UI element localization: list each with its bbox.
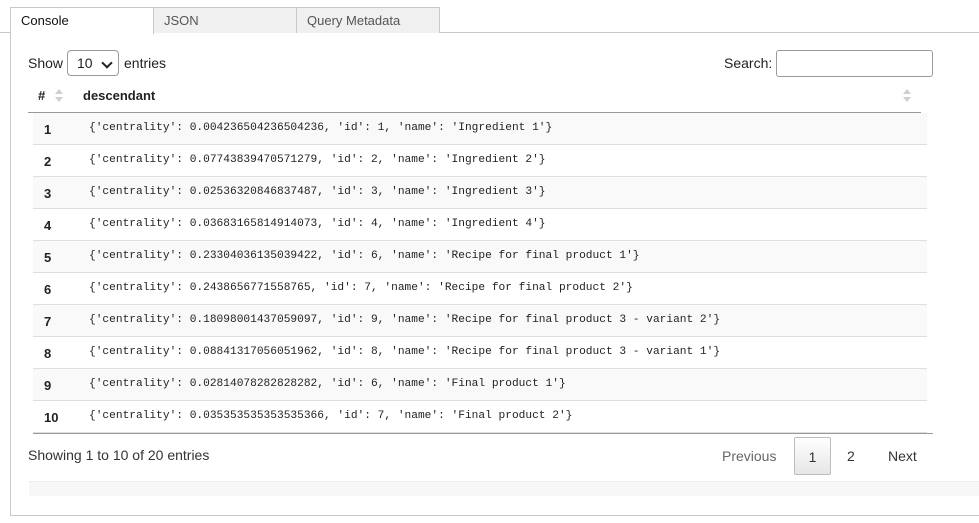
page-size-value: 10 <box>77 55 93 71</box>
table-row: 7 {'centrality': 0.18098001437059097, 'i… <box>33 305 927 337</box>
row-number: 8 <box>44 346 52 361</box>
table-row: 5 {'centrality': 0.23304036135039422, 'i… <box>33 241 927 273</box>
page-size-select[interactable]: 10 <box>67 50 119 76</box>
row-value: {'centrality': 0.23304036135039422, 'id'… <box>89 250 640 262</box>
column-header-number[interactable]: # <box>38 88 45 103</box>
next-page-button[interactable]: Next <box>888 448 917 464</box>
row-number: 6 <box>44 282 52 297</box>
tab-bar: Console JSON Query Metadata <box>0 0 979 34</box>
row-number: 2 <box>44 154 52 169</box>
table-header: # descendant <box>28 78 921 113</box>
sort-icon[interactable] <box>903 89 911 103</box>
row-value: {'centrality': 0.02814078282828282, 'id'… <box>89 378 566 390</box>
table-body: 1 {'centrality': 0.004236504236504236, '… <box>33 113 927 433</box>
table-row: 6 {'centrality': 0.2438656771558765, 'id… <box>33 273 927 305</box>
entries-label: entries <box>124 55 167 71</box>
table-footer-divider <box>33 433 933 434</box>
table-row: 1 {'centrality': 0.004236504236504236, '… <box>33 113 927 145</box>
table-row: 3 {'centrality': 0.02536320846837487, 'i… <box>33 177 927 209</box>
row-number: 4 <box>44 218 52 233</box>
show-label: Show <box>28 55 64 71</box>
page-2-button[interactable]: 2 <box>847 448 855 464</box>
row-number: 10 <box>44 410 59 425</box>
row-number: 3 <box>44 186 52 201</box>
row-number: 7 <box>44 314 52 329</box>
chevron-down-icon <box>101 57 113 69</box>
table-info: Showing 1 to 10 of 20 entries <box>28 447 210 463</box>
tab-console[interactable]: Console <box>10 7 154 34</box>
column-header-descendant[interactable]: descendant <box>83 88 155 103</box>
row-value: {'centrality': 0.035353535353535366, 'id… <box>89 410 573 422</box>
row-number: 1 <box>44 122 52 137</box>
tab-query-metadata[interactable]: Query Metadata <box>296 7 440 33</box>
horizontal-scrollbar[interactable] <box>29 481 979 496</box>
row-value: {'centrality': 0.2438656771558765, 'id':… <box>89 282 633 294</box>
sort-icon[interactable] <box>55 89 63 103</box>
row-number: 9 <box>44 378 52 393</box>
table-row: 10 {'centrality': 0.035353535353535366, … <box>33 401 927 433</box>
table-row: 9 {'centrality': 0.02814078282828282, 'i… <box>33 369 927 401</box>
row-value: {'centrality': 0.08841317056051962, 'id'… <box>89 346 721 358</box>
previous-page-button[interactable]: Previous <box>722 448 776 464</box>
row-value: {'centrality': 0.004236504236504236, 'id… <box>89 122 553 134</box>
row-value: {'centrality': 0.07743839470571279, 'id'… <box>89 154 546 166</box>
search-input[interactable] <box>776 50 933 77</box>
table-row: 2 {'centrality': 0.07743839470571279, 'i… <box>33 145 927 177</box>
tab-json[interactable]: JSON <box>153 7 297 33</box>
row-value: {'centrality': 0.03683165814914073, 'id'… <box>89 218 546 230</box>
row-value: {'centrality': 0.02536320846837487, 'id'… <box>89 186 546 198</box>
table-row: 4 {'centrality': 0.03683165814914073, 'i… <box>33 209 927 241</box>
row-value: {'centrality': 0.18098001437059097, 'id'… <box>89 314 721 326</box>
page-1-button[interactable]: 1 <box>794 437 831 475</box>
search-label: Search: <box>724 55 773 71</box>
table-row: 8 {'centrality': 0.08841317056051962, 'i… <box>33 337 927 369</box>
row-number: 5 <box>44 250 52 265</box>
